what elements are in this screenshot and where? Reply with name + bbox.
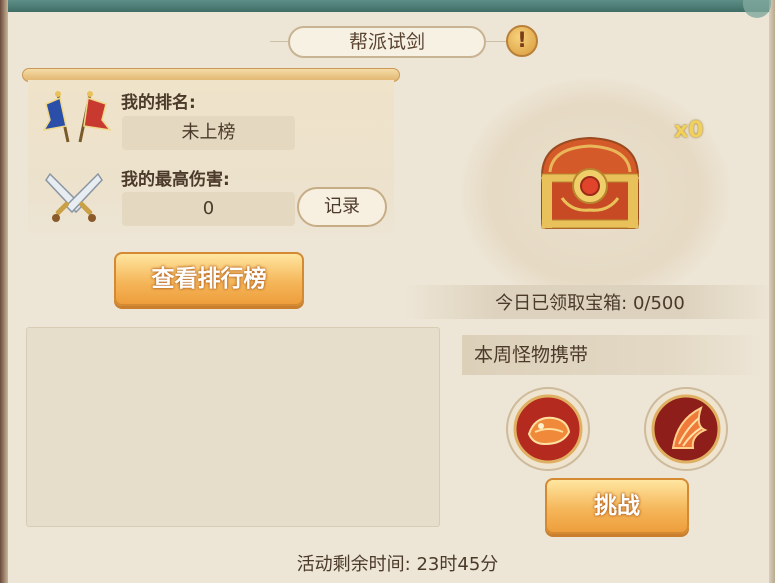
exclamation-icon[interactable]: ! bbox=[506, 25, 538, 57]
banner-flags-icon bbox=[40, 90, 112, 150]
weekly-monster-header: 本周怪物携带 bbox=[462, 335, 764, 375]
record-button[interactable]: 记录 bbox=[297, 187, 387, 227]
max-damage-value: 0 bbox=[122, 192, 295, 226]
top-frame bbox=[0, 0, 775, 12]
my-rank-label: 我的排名: bbox=[121, 93, 196, 113]
wing-monster-icon[interactable] bbox=[643, 386, 729, 472]
crossed-swords-icon bbox=[42, 168, 106, 228]
view-ranking-button[interactable]: 查看排行榜 bbox=[114, 252, 304, 306]
chest-count: x0 bbox=[674, 118, 704, 143]
page-title: 帮派试剑 bbox=[288, 26, 486, 58]
treasure-chest-icon[interactable] bbox=[532, 126, 648, 240]
info-text-area bbox=[26, 327, 440, 527]
max-damage-label: 我的最高伤害: bbox=[121, 170, 230, 190]
my-rank-value: 未上榜 bbox=[122, 116, 295, 150]
left-frame bbox=[0, 0, 8, 583]
title-divider-right bbox=[486, 41, 506, 42]
challenge-button[interactable]: 挑战 bbox=[545, 478, 689, 534]
corner-ornament bbox=[743, 0, 771, 18]
fish-monster-icon[interactable] bbox=[505, 386, 591, 472]
title-divider-left bbox=[270, 41, 290, 42]
chest-claimed-text: 今日已领取宝箱: 0/500 bbox=[495, 293, 685, 314]
activity-timer: 活动剩余时间: 23时45分 bbox=[296, 554, 499, 575]
